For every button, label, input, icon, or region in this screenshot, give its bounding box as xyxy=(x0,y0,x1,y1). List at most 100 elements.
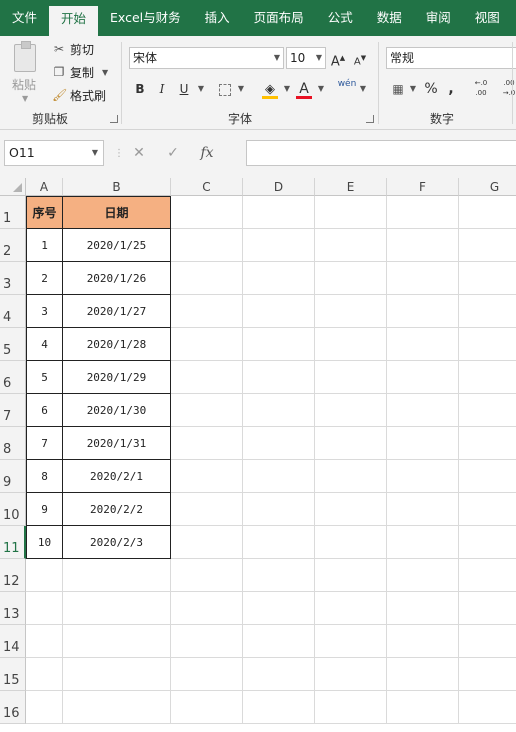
cell-a13[interactable] xyxy=(26,592,63,625)
column-header-c[interactable]: C xyxy=(171,178,243,196)
column-header-d[interactable]: D xyxy=(243,178,315,196)
cell-g2[interactable] xyxy=(459,229,516,262)
row-header-1[interactable]: 1 xyxy=(0,196,26,229)
chevron-down-icon[interactable]: ▼ xyxy=(92,141,98,165)
italic-button[interactable]: I xyxy=(154,78,170,100)
table-cell-date[interactable]: 2020/2/1 xyxy=(63,460,171,493)
underline-button[interactable]: U xyxy=(176,78,192,100)
table-cell-date[interactable]: 2020/1/26 xyxy=(63,262,171,295)
table-cell-date[interactable]: 2020/1/30 xyxy=(63,394,171,427)
cut-button[interactable]: ✂ 剪切 xyxy=(52,39,94,59)
cell-e7[interactable] xyxy=(315,394,387,427)
table-cell-index[interactable]: 1 xyxy=(26,229,63,262)
table-cell-date[interactable]: 2020/1/25 xyxy=(63,229,171,262)
cell-c13[interactable] xyxy=(171,592,243,625)
row-header-16[interactable]: 16 xyxy=(0,691,26,724)
increase-decimal-button[interactable]: ←.0 .00 xyxy=(470,78,492,100)
column-header-b[interactable]: B xyxy=(63,178,171,196)
row-header-9[interactable]: 9 xyxy=(0,460,26,493)
cell-f6[interactable] xyxy=(387,361,459,394)
paste-button[interactable]: 粘贴 ▼ xyxy=(8,41,44,103)
grip-icon[interactable]: ⋮ xyxy=(114,148,124,159)
cell-e10[interactable] xyxy=(315,493,387,526)
cell-c3[interactable] xyxy=(171,262,243,295)
cell-c9[interactable] xyxy=(171,460,243,493)
name-box[interactable]: O11 ▼ xyxy=(4,140,104,166)
cell-b15[interactable] xyxy=(63,658,171,691)
chevron-down-icon[interactable]: ▼ xyxy=(196,78,206,100)
cell-d12[interactable] xyxy=(243,559,315,592)
cell-f16[interactable] xyxy=(387,691,459,724)
table-cell-index[interactable]: 4 xyxy=(26,328,63,361)
formula-input[interactable] xyxy=(246,140,516,166)
insert-function-icon[interactable]: fx xyxy=(190,145,224,161)
cell-d11[interactable] xyxy=(243,526,315,559)
borders-button[interactable] xyxy=(216,78,234,100)
cell-e6[interactable] xyxy=(315,361,387,394)
cell-f10[interactable] xyxy=(387,493,459,526)
cell-f15[interactable] xyxy=(387,658,459,691)
cell-b14[interactable] xyxy=(63,625,171,658)
table-cell-index[interactable]: 2 xyxy=(26,262,63,295)
table-cell-index[interactable]: 7 xyxy=(26,427,63,460)
fill-color-button[interactable]: ◈ xyxy=(260,78,280,100)
accounting-format-button[interactable]: ▦ xyxy=(388,78,408,100)
cell-e9[interactable] xyxy=(315,460,387,493)
cell-c11[interactable] xyxy=(171,526,243,559)
cell-c6[interactable] xyxy=(171,361,243,394)
cell-c4[interactable] xyxy=(171,295,243,328)
cell-d8[interactable] xyxy=(243,427,315,460)
cell-e11[interactable] xyxy=(315,526,387,559)
cell-g1[interactable] xyxy=(459,196,516,229)
font-name-select[interactable]: 宋体 ▼ xyxy=(129,47,284,69)
table-cell-index[interactable]: 8 xyxy=(26,460,63,493)
cell-d16[interactable] xyxy=(243,691,315,724)
cell-g10[interactable] xyxy=(459,493,516,526)
cell-f9[interactable] xyxy=(387,460,459,493)
phonetic-guide-button[interactable]: wén xyxy=(336,78,358,100)
tab-file[interactable]: 文件 xyxy=(0,0,49,36)
cell-e3[interactable] xyxy=(315,262,387,295)
cell-e16[interactable] xyxy=(315,691,387,724)
decrease-font-size-button[interactable]: A▼ xyxy=(352,47,368,69)
chevron-down-icon[interactable]: ▼ xyxy=(358,78,368,100)
cell-g6[interactable] xyxy=(459,361,516,394)
chevron-down-icon[interactable]: ▼ xyxy=(408,78,418,100)
cell-e12[interactable] xyxy=(315,559,387,592)
check-icon[interactable]: ✓ xyxy=(156,145,190,161)
cell-f12[interactable] xyxy=(387,559,459,592)
row-header-13[interactable]: 13 xyxy=(0,592,26,625)
row-header-12[interactable]: 12 xyxy=(0,559,26,592)
cell-e14[interactable] xyxy=(315,625,387,658)
tab-excel-finance[interactable]: Excel与财务 xyxy=(98,0,193,36)
cell-d13[interactable] xyxy=(243,592,315,625)
row-header-11[interactable]: 11 xyxy=(0,526,26,559)
row-header-10[interactable]: 10 xyxy=(0,493,26,526)
cell-d15[interactable] xyxy=(243,658,315,691)
cell-g4[interactable] xyxy=(459,295,516,328)
cell-b16[interactable] xyxy=(63,691,171,724)
font-launcher-icon[interactable] xyxy=(366,115,374,123)
table-cell-index[interactable]: 5 xyxy=(26,361,63,394)
cell-d6[interactable] xyxy=(243,361,315,394)
tab-data[interactable]: 数据 xyxy=(365,0,414,36)
bold-button[interactable]: B xyxy=(132,78,148,100)
row-header-5[interactable]: 5 xyxy=(0,328,26,361)
cell-d3[interactable] xyxy=(243,262,315,295)
cell-f1[interactable] xyxy=(387,196,459,229)
cell-g16[interactable] xyxy=(459,691,516,724)
tab-review[interactable]: 审阅 xyxy=(414,0,463,36)
table-cell-date[interactable]: 2020/1/28 xyxy=(63,328,171,361)
cell-b13[interactable] xyxy=(63,592,171,625)
cell-a12[interactable] xyxy=(26,559,63,592)
table-cell-date[interactable]: 2020/1/27 xyxy=(63,295,171,328)
cell-f14[interactable] xyxy=(387,625,459,658)
cell-f3[interactable] xyxy=(387,262,459,295)
cell-e2[interactable] xyxy=(315,229,387,262)
cell-c8[interactable] xyxy=(171,427,243,460)
cell-g3[interactable] xyxy=(459,262,516,295)
cell-e13[interactable] xyxy=(315,592,387,625)
row-header-8[interactable]: 8 xyxy=(0,427,26,460)
cell-a14[interactable] xyxy=(26,625,63,658)
cell-g7[interactable] xyxy=(459,394,516,427)
